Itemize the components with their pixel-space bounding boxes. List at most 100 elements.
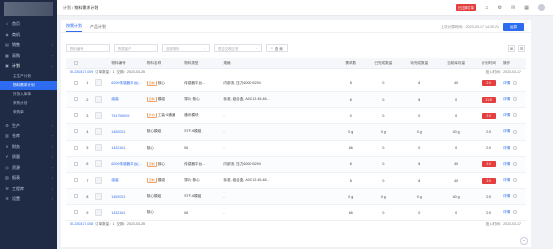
material-code[interactable]: 6200传感器平台(... bbox=[111, 81, 146, 86]
table-row[interactable]: 3 T417MMX1 外协 工装·6通道 通讯模块 - 0 0 0 0 2:0 详情 bbox=[66, 108, 526, 125]
material-code[interactable]: 1432161 bbox=[111, 211, 146, 215]
material-code[interactable]: 组装 bbox=[111, 178, 146, 183]
back-to-top-icon[interactable]: ⌃ bbox=[520, 237, 528, 245]
customer-filter[interactable]: 所属客户 bbox=[114, 44, 158, 52]
sidebar-item-quality[interactable]: ✔ 质量 › bbox=[0, 152, 57, 163]
thumbnail-image[interactable] bbox=[95, 111, 103, 119]
avatar[interactable] bbox=[538, 4, 545, 11]
table-row[interactable]: 2 组装 自制 模组 薄片·核心 标准, 组合盒, A0C13 45-48... 8 0 8 0… bbox=[66, 91, 526, 109]
thumbnail-image[interactable] bbox=[95, 176, 103, 184]
run-button[interactable]: 运算 bbox=[503, 23, 524, 31]
detail-link[interactable]: 详情 bbox=[503, 194, 510, 198]
column-settings-icon[interactable]: ☰ bbox=[518, 45, 525, 52]
more-icon[interactable] bbox=[513, 194, 518, 199]
more-icon[interactable] bbox=[513, 80, 518, 85]
thumbnail-image[interactable] bbox=[95, 192, 103, 200]
sidebar-item-report[interactable]: ▧ 报表 › bbox=[0, 173, 57, 184]
group-order-no[interactable]: SI-230317-009 bbox=[70, 70, 93, 74]
sidebar-item-opportunity[interactable]: ◈ 商机 bbox=[0, 30, 57, 41]
bell-icon[interactable]: ♫ bbox=[485, 5, 489, 11]
header-remaining[interactable]: 待完成数量 bbox=[401, 61, 438, 66]
thumbnail-image[interactable] bbox=[95, 79, 103, 87]
table-row[interactable]: 8 1452021 核心模组 STF-6模组 - 0 g 0 g 0 g 40 g 2:0 详情 bbox=[66, 189, 526, 206]
header-time[interactable]: 计划时间 bbox=[474, 61, 503, 66]
material-code[interactable]: 6200传感器平台(... bbox=[111, 162, 146, 167]
material-code[interactable]: 1452021 bbox=[111, 195, 146, 199]
select-all-checkbox[interactable] bbox=[74, 60, 78, 65]
group-order-no[interactable]: SI-230317-008 bbox=[70, 222, 93, 226]
sidebar-item-finance[interactable]: ¥ 财务 › bbox=[0, 142, 57, 153]
row-checkbox[interactable] bbox=[74, 161, 78, 166]
table-row[interactable]: 1 6200传感器平台(... 自制 核心 传感器平台... 内部流, 压力6000 B… bbox=[66, 76, 526, 92]
detail-link[interactable]: 详情 bbox=[503, 210, 510, 214]
detail-link[interactable]: 详情 bbox=[503, 81, 510, 85]
sidebar-subitem-mps[interactable]: 主生产计划 bbox=[0, 72, 57, 81]
row-checkbox[interactable] bbox=[74, 194, 78, 199]
material-code[interactable]: 组装 bbox=[111, 97, 146, 102]
row-checkbox[interactable] bbox=[74, 145, 78, 150]
detail-link[interactable]: 详情 bbox=[503, 178, 510, 182]
more-icon[interactable] bbox=[513, 97, 518, 102]
sidebar-subitem-mrp[interactable]: 物料需求计划 bbox=[0, 80, 57, 90]
sidebar-item-sales[interactable]: ▤ 销售 › bbox=[0, 40, 57, 51]
more-icon[interactable] bbox=[513, 178, 518, 183]
more-icon[interactable] bbox=[513, 145, 518, 150]
header-stock[interactable]: 当前库存量 bbox=[438, 61, 474, 66]
type-select[interactable]: 选择物料 ⌄ bbox=[162, 44, 210, 52]
table-row[interactable]: 7 组装 自制 模组 薄片·核心 标准, 组合盒, A0C13 45-48... 8 0 8 4… bbox=[66, 173, 526, 190]
sidebar-item-resource[interactable]: ◎ 资源 › bbox=[0, 163, 57, 174]
expand-icon[interactable]: ⊞ bbox=[508, 45, 515, 52]
header-type[interactable]: 物料类型 bbox=[184, 61, 223, 66]
search-button[interactable]: ⌕ 查 询 bbox=[266, 44, 288, 52]
sidebar-item-plan[interactable]: ▣ 计划 ⌄ bbox=[0, 61, 57, 72]
sidebar-item-home[interactable]: ⌂ 首页 bbox=[0, 19, 57, 30]
sidebar-item-production[interactable]: ⚙ 生产 › bbox=[0, 121, 57, 132]
header-demand[interactable]: 需求数 bbox=[335, 61, 366, 66]
table-row[interactable]: 9 1432161 核心 06 - 66 0 0 0 2:0 详情 bbox=[66, 205, 526, 222]
thumbnail-image[interactable] bbox=[95, 208, 103, 216]
row-checkbox[interactable] bbox=[74, 113, 78, 118]
detail-link[interactable]: 详情 bbox=[503, 129, 510, 133]
material-code[interactable]: 1432161 bbox=[111, 146, 146, 150]
sidebar-item-purchase[interactable]: ▦ 采购 › bbox=[0, 51, 57, 62]
thumbnail-image[interactable] bbox=[95, 95, 103, 103]
more-icon[interactable] bbox=[513, 210, 518, 215]
material-code[interactable]: 1452021 bbox=[111, 130, 146, 134]
sidebar-subitem-purchase-plan[interactable]: 采购计划 bbox=[0, 99, 57, 108]
table-row[interactable]: 4 1452021 核心模组 STF-6模组 - 0 g 0 g 0 g 40 g 2:0 详情 bbox=[66, 124, 526, 141]
row-checkbox[interactable] bbox=[74, 129, 78, 134]
sidebar-subitem-outsource[interactable]: 外协入库单 bbox=[0, 90, 57, 99]
detail-link[interactable]: 详情 bbox=[503, 162, 510, 166]
row-checkbox[interactable] bbox=[74, 178, 78, 183]
more-icon[interactable] bbox=[513, 161, 518, 166]
header-code[interactable]: 物料编号 bbox=[111, 61, 146, 66]
thumbnail-image[interactable] bbox=[95, 160, 103, 168]
thumbnail-image[interactable] bbox=[95, 127, 103, 135]
table-row[interactable]: 5 1432161 核心 06 - 66 0 0 0 2:0 详情 bbox=[66, 141, 526, 157]
grid-icon[interactable]: ▦ bbox=[524, 5, 529, 11]
settings-icon[interactable]: ⚙ bbox=[498, 5, 502, 11]
detail-link[interactable]: 详情 bbox=[503, 113, 510, 117]
header-done[interactable]: 已完成数量 bbox=[366, 61, 400, 66]
header-name[interactable]: 物料名称 bbox=[147, 61, 184, 66]
code-filter[interactable]: 物料编号 bbox=[66, 44, 110, 52]
sidebar-item-settings[interactable]: ✲ 设置 › bbox=[0, 194, 57, 205]
tab-on-demand[interactable]: 按需计划 bbox=[66, 23, 82, 32]
sidebar-item-warehouse[interactable]: ▥ 仓库 › bbox=[0, 131, 57, 142]
row-checkbox[interactable] bbox=[74, 97, 78, 102]
row-checkbox[interactable] bbox=[74, 80, 78, 85]
thumbnail-image[interactable] bbox=[95, 144, 103, 152]
message-icon[interactable]: ✉ bbox=[511, 5, 515, 11]
tab-product-plan[interactable]: 产品计划 bbox=[90, 24, 106, 32]
row-checkbox[interactable] bbox=[74, 210, 78, 215]
sidebar-subitem-purchase-order[interactable]: 采购单 bbox=[0, 108, 57, 117]
more-icon[interactable] bbox=[513, 113, 518, 118]
status-select[interactable]: 是否交期正常 ⌄ bbox=[214, 44, 262, 52]
sidebar-item-engineering[interactable]: ⚒ 工程库 › bbox=[0, 184, 57, 195]
header-spec[interactable]: 规格 bbox=[223, 61, 280, 66]
material-code[interactable]: T417MMX1 bbox=[111, 114, 146, 118]
breadcrumb-home[interactable]: 计划 bbox=[63, 5, 71, 10]
more-icon[interactable] bbox=[513, 129, 518, 134]
expired-orders-badge[interactable]: 已过期订单 bbox=[455, 4, 476, 11]
table-row[interactable]: 6 6200传感器平台(... 自制 核心 传感器平台... 内部流, 压力6000 B… bbox=[66, 156, 526, 173]
